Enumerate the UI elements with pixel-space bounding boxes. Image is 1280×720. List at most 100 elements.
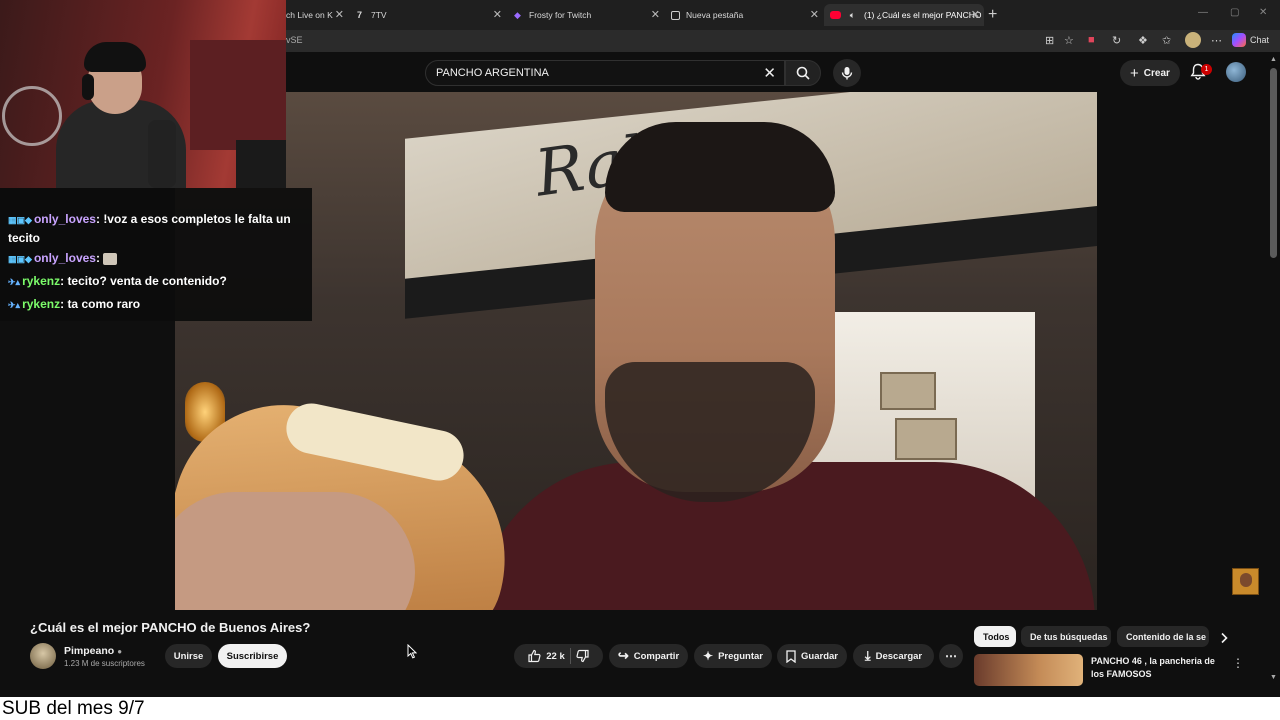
- webcam-shelf: [190, 40, 286, 150]
- extension-red-icon[interactable]: ■: [1088, 34, 1095, 46]
- plus-icon: +: [1130, 64, 1139, 82]
- video-player[interactable]: Rabino: [175, 92, 1097, 610]
- seventv-icon: 7: [356, 10, 362, 20]
- copilot-chat-button[interactable]: Chat: [1232, 33, 1269, 47]
- scroll-down-arrow-icon[interactable]: ▼: [1270, 674, 1277, 681]
- tab-close-icon[interactable]: ✕: [971, 8, 980, 21]
- suggested-video-thumbnail[interactable]: [974, 654, 1083, 686]
- subscribe-label: Suscribirse: [226, 650, 279, 662]
- streamer-webcam: [0, 0, 286, 188]
- chip-searches[interactable]: De tus búsquedas: [1021, 626, 1111, 647]
- bookmark-icon: [786, 649, 796, 663]
- chip-series-content[interactable]: Contenido de la se: [1117, 626, 1209, 647]
- page-icon: [671, 10, 680, 20]
- voice-search-button[interactable]: [833, 59, 861, 87]
- search-button[interactable]: [785, 60, 821, 86]
- favorites-icon[interactable]: ✩: [1162, 34, 1171, 47]
- channel-name[interactable]: Pimpeano ●: [64, 645, 122, 657]
- url-text[interactable]: vSE: [286, 35, 303, 45]
- chat-message: ✈▴ rykenz: tecito? venta de contenido?: [8, 272, 308, 291]
- favorite-star-icon[interactable]: ☆: [1064, 34, 1074, 47]
- miniplayer-avatar[interactable]: [1232, 568, 1259, 595]
- tab-7tv[interactable]: 7 7TV ✕: [348, 4, 506, 26]
- tab-frosty[interactable]: ◆ Frosty for Twitch ✕: [506, 4, 664, 26]
- tab-new-tab[interactable]: Nueva pestaña ✕: [665, 4, 823, 26]
- tab-close-icon[interactable]: ✕: [810, 8, 819, 21]
- share-button[interactable]: ↪ Compartir: [609, 644, 688, 668]
- apps-icon[interactable]: ⊞: [1045, 34, 1054, 47]
- chat-badges-icon: ✈▴: [8, 277, 21, 287]
- account-avatar[interactable]: [1226, 62, 1246, 82]
- chat-username: rykenz: [22, 274, 61, 288]
- ask-button[interactable]: ✦ Preguntar: [694, 644, 772, 668]
- channel-avatar[interactable]: [30, 643, 56, 669]
- like-button[interactable]: 22 k: [527, 649, 565, 663]
- tab-kick[interactable]: ch Live on K ✕: [280, 4, 348, 26]
- share-arrow-icon: ↪: [617, 648, 629, 663]
- speaker-icon[interactable]: 🔈︎: [847, 10, 858, 21]
- tab-close-icon[interactable]: ✕: [335, 8, 344, 21]
- chip-todos[interactable]: Todos: [974, 626, 1016, 647]
- chat-badges-icon: ▦▣◆: [8, 254, 32, 264]
- sub-of-month-banner: SUB del mes 9/7: [0, 697, 1280, 720]
- chip-label: Contenido de la se: [1126, 631, 1207, 642]
- chat-username: only_loves: [33, 251, 96, 265]
- extension-puzzle-icon[interactable]: ❖: [1138, 34, 1148, 47]
- refresh-extension-icon[interactable]: ↻: [1112, 34, 1121, 47]
- webcam-microphone: [236, 140, 286, 188]
- channel-name-text[interactable]: Pimpeano: [64, 645, 114, 657]
- clear-search-icon[interactable]: ✕: [763, 64, 776, 82]
- video-hand: [175, 492, 415, 610]
- verified-check-icon: ●: [117, 647, 123, 656]
- tab-close-icon[interactable]: ✕: [493, 8, 502, 21]
- search-icon: [796, 66, 810, 80]
- create-button[interactable]: + Crear: [1120, 60, 1180, 86]
- more-dots-icon: ⋯: [945, 649, 957, 663]
- new-tab-plus-icon[interactable]: +: [988, 6, 997, 24]
- chat-badges-icon: ✈▴: [8, 300, 21, 310]
- tab-label: Nueva pestaña: [686, 10, 744, 20]
- kebab-menu-icon[interactable]: ⋮: [1232, 656, 1244, 670]
- maximize-icon[interactable]: ▢: [1230, 7, 1239, 18]
- suggested-video-title[interactable]: PANCHO 46 , la pancheria de los FAMOSOS: [1091, 655, 1219, 681]
- chat-message: ▦▣◆ only_loves:: [8, 249, 308, 268]
- scroll-up-arrow-icon[interactable]: ▲: [1270, 56, 1277, 63]
- tab-close-icon[interactable]: ✕: [651, 8, 660, 21]
- save-label: Guardar: [801, 650, 838, 662]
- stream-chat-overlay: ▦▣◆ only_loves: !voz a esos completos le …: [0, 188, 312, 321]
- minimize-icon[interactable]: —: [1198, 7, 1208, 18]
- save-button[interactable]: Guardar: [777, 644, 847, 668]
- more-actions-button[interactable]: ⋯: [939, 644, 963, 668]
- create-label: Crear: [1143, 67, 1170, 79]
- search-query[interactable]: PANCHO ARGENTINA: [436, 67, 549, 79]
- thumbs-up-icon: [528, 649, 541, 663]
- tab-label: (1) ¿Cuál es el mejor PANCHO: [864, 10, 982, 20]
- frosty-icon: ◆: [514, 9, 521, 20]
- chat-text: tecito? venta de contenido?: [67, 274, 227, 288]
- microphone-icon: [841, 67, 853, 80]
- download-button[interactable]: ⤓ Descargar: [853, 644, 934, 668]
- chevron-right-icon[interactable]: [1219, 632, 1229, 644]
- tab-label: 7TV: [371, 10, 387, 20]
- like-dislike-group: 22 k: [514, 644, 603, 668]
- webcam-bottle: [148, 120, 176, 188]
- share-label: Compartir: [633, 650, 680, 662]
- more-menu-icon[interactable]: ⋯: [1211, 34, 1222, 47]
- chat-emote-icon: [103, 252, 118, 265]
- tab-label: Frosty for Twitch: [529, 10, 592, 20]
- search-input[interactable]: PANCHO ARGENTINA ✕: [425, 60, 785, 86]
- chat-label: Chat: [1250, 35, 1270, 45]
- ask-label: Preguntar: [718, 650, 763, 662]
- download-label: Descargar: [875, 650, 923, 662]
- chat-colon: :: [95, 251, 104, 265]
- tab-youtube-active[interactable]: 🔈︎ (1) ¿Cuál es el mejor PANCHO ✕: [824, 4, 984, 26]
- subscribe-button[interactable]: Suscribirse: [218, 644, 287, 668]
- profile-avatar[interactable]: [1185, 32, 1201, 48]
- join-button[interactable]: Unirse: [165, 644, 212, 668]
- scrollbar-thumb[interactable]: [1270, 68, 1277, 258]
- webcam-fan: [2, 86, 62, 146]
- window-close-icon[interactable]: ✕: [1259, 7, 1267, 18]
- thumbs-down-icon[interactable]: [576, 649, 590, 663]
- chat-username: only_loves: [33, 212, 96, 226]
- page-scrollbar[interactable]: ▲ ▼: [1268, 52, 1280, 685]
